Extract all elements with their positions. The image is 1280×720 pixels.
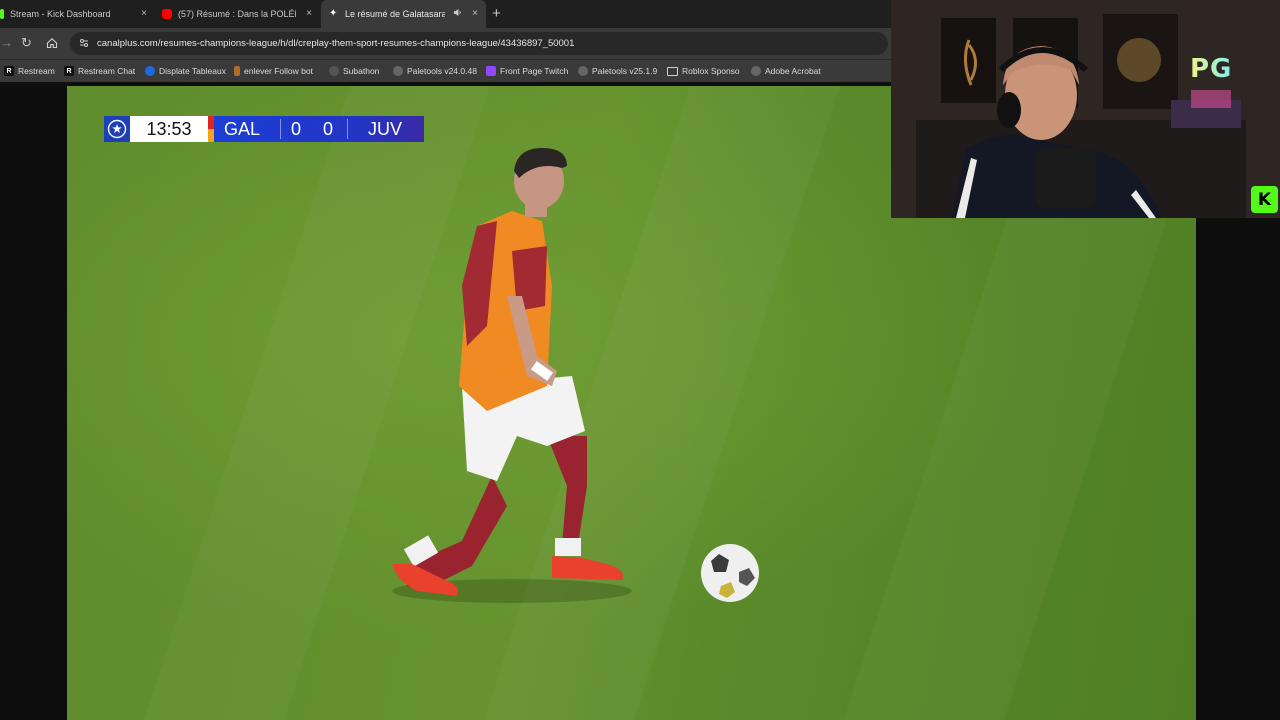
- globe-icon: [578, 66, 588, 76]
- bookmark-label: enlever Follow bot: [244, 66, 313, 76]
- bookmark-displate[interactable]: Displate Tableaux: [145, 64, 226, 78]
- bookmark-label: Roblox Sponso: [682, 66, 740, 76]
- home-icon[interactable]: [46, 37, 58, 49]
- match-scoreboard: 13:53 GAL 0 0 JUV: [104, 116, 424, 142]
- tab-title: (57) Résumé : Dans la POLÉMIQ: [178, 9, 296, 19]
- webcam-overlay: [891, 0, 1280, 218]
- away-score: 0: [323, 119, 334, 139]
- bookmark-restream[interactable]: R Restream: [4, 64, 55, 78]
- twitch-icon: [486, 66, 496, 76]
- site-settings-icon[interactable]: [79, 38, 89, 48]
- folder-icon: [667, 66, 678, 76]
- football-icon: [701, 544, 759, 602]
- youtube-favicon-icon: [162, 9, 172, 19]
- page-right-margin: [1196, 218, 1280, 720]
- streamer-camera-feed: [891, 0, 1280, 218]
- bookmark-label: Front Page Twitch: [500, 66, 569, 76]
- restream-chat-icon: R: [64, 66, 74, 76]
- bookmarks-bar: R Restream R Restream Chat Displate Tabl…: [0, 59, 891, 82]
- match-clock: 13:53: [130, 116, 208, 142]
- bookmark-paletools-25[interactable]: Paletools v25.1.9: [578, 64, 657, 78]
- channel-logo-text: PG: [1190, 54, 1233, 84]
- bookmark-follow-bot[interactable]: enlever Follow bot: [234, 64, 313, 78]
- close-tab-icon[interactable]: ×: [306, 8, 312, 19]
- bookmark-label: Restream Chat: [78, 66, 136, 76]
- globe-icon: [393, 66, 403, 76]
- tab-title: Stream - Kick Dashboard: [10, 9, 111, 19]
- reload-icon[interactable]: ↻: [21, 36, 32, 50]
- bookmark-restream-chat[interactable]: R Restream Chat: [64, 64, 135, 78]
- bookmark-roblox-sponso[interactable]: Roblox Sponso: [667, 64, 740, 78]
- tab-title: Le résumé de Galatasaray /: [345, 9, 445, 19]
- kick-logo-icon: K: [1251, 186, 1278, 213]
- address-bar[interactable]: canalplus.com/resumes-champions-league/h…: [70, 32, 888, 55]
- globe-icon: [751, 66, 761, 76]
- browser-toolbar: → ↻ canalplus.com/resumes-champions-leag…: [0, 28, 891, 59]
- home-score: 0: [291, 119, 302, 139]
- bookmark-paletools-24[interactable]: Paletools v24.0.48: [393, 64, 477, 78]
- bookmark-label: Paletools v25.1.9: [592, 66, 658, 76]
- tab-youtube-resume[interactable]: (57) Résumé : Dans la POLÉMIQ ×: [155, 0, 320, 28]
- channel-logo: PG: [1190, 54, 1232, 84]
- close-tab-icon[interactable]: ×: [472, 8, 478, 19]
- speaker-icon[interactable]: [453, 8, 462, 17]
- forward-icon[interactable]: →: [0, 36, 13, 50]
- restream-icon: R: [4, 66, 14, 76]
- page-left-margin: [0, 86, 67, 720]
- bookmark-adobe-acrobat[interactable]: Adobe Acrobat: [751, 64, 821, 78]
- divider: [347, 119, 356, 139]
- tab-galatasaray-resume[interactable]: ✦ Le résumé de Galatasaray / ×: [321, 0, 486, 28]
- bookmark-label: Restream: [18, 66, 55, 76]
- url-text: canalplus.com/resumes-champions-league/h…: [97, 38, 575, 49]
- bookmark-label: Adobe Acrobat: [765, 66, 821, 76]
- follow-bot-icon: [234, 66, 240, 76]
- displate-icon: [145, 66, 155, 76]
- divider: [280, 119, 289, 139]
- close-tab-icon[interactable]: ×: [141, 8, 147, 19]
- score-panel: GAL 0 0 JUV: [214, 116, 424, 142]
- canal-plus-favicon-icon: ✦: [329, 8, 338, 19]
- champions-league-icon: [104, 116, 130, 142]
- bookmark-label: Displate Tableaux: [159, 66, 226, 76]
- bookmark-subathon[interactable]: Subathon: [329, 64, 379, 78]
- bookmark-label: Paletools v24.0.48: [407, 66, 477, 76]
- tab-strip: Stream - Kick Dashboard × (57) Résumé : …: [0, 0, 891, 28]
- away-team-code: JUV: [368, 119, 403, 139]
- bookmark-front-page-twitch[interactable]: Front Page Twitch: [486, 64, 568, 78]
- bookmark-label: Subathon: [343, 66, 380, 76]
- kick-favicon-icon: [0, 9, 4, 19]
- new-tab-button[interactable]: +: [492, 5, 501, 22]
- home-team-code: GAL: [224, 119, 261, 139]
- tab-kick-dashboard[interactable]: Stream - Kick Dashboard ×: [0, 0, 155, 28]
- subathon-icon: [329, 66, 339, 76]
